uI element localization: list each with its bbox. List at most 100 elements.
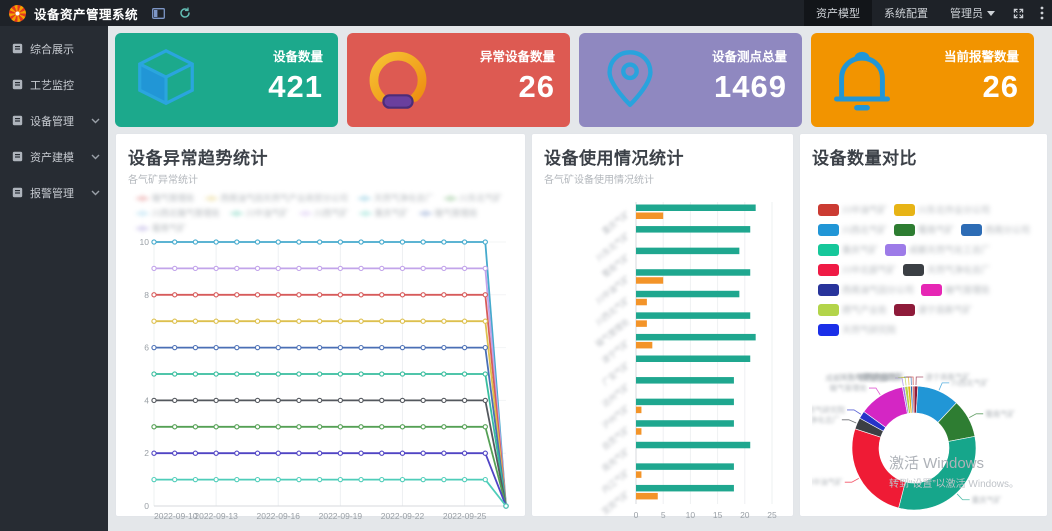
legend-item[interactable]: 输气管理局 (419, 207, 478, 219)
document-icon (12, 151, 23, 162)
bar-primary (636, 356, 750, 363)
fullscreen-icon[interactable] (1005, 8, 1032, 19)
svg-text:5: 5 (661, 510, 666, 520)
legend-item[interactable]: 天然气研究院 (818, 323, 896, 336)
cube-icon (131, 45, 201, 115)
legend-swatch (894, 204, 915, 216)
legend-item[interactable]: 天然气净化总厂 (903, 263, 990, 276)
panel-abnormal-trend: 设备异常趋势统计 各气矿异常统计 输气管理处西南油气田天然气产业商贸分公司天然气… (115, 133, 526, 517)
kpi-card-measure-points: 设备测点总量 1469 (579, 33, 802, 127)
legend-swatch (894, 304, 915, 316)
svg-text:天然气净化总厂: 天然气净化总厂 (812, 414, 840, 424)
legend-marker (205, 196, 218, 201)
legend-marker (359, 211, 372, 216)
legend-item[interactable]: 重庆气矿 (818, 243, 878, 256)
bar-secondary (636, 407, 641, 414)
nav-system-config[interactable]: 系统配置 (872, 0, 940, 26)
svg-text:15: 15 (713, 510, 723, 520)
svg-text:2022-09-19: 2022-09-19 (319, 511, 363, 521)
header-nav: 资产模型 系统配置 (804, 0, 940, 26)
legend-item[interactable]: 重庆气矿 (359, 207, 409, 219)
refresh-icon[interactable] (179, 7, 191, 19)
legend-swatch (818, 244, 839, 256)
legend-item[interactable]: 输气管理处 (921, 283, 990, 296)
chevron-down-icon (91, 190, 100, 196)
user-menu[interactable]: 管理员 (940, 5, 1005, 21)
legend-marker (444, 196, 457, 201)
legend-item[interactable]: 川中北部气矿 (818, 263, 896, 276)
map-pin-icon (595, 45, 665, 115)
kpi-label: 设备测点总量 (712, 46, 787, 65)
svg-text:川中油气矿: 川中油气矿 (812, 477, 843, 487)
kpi-card-current-alarms: 当前报警数量 26 (811, 33, 1034, 127)
bar-primary (636, 399, 734, 406)
svg-text:2022-09-25: 2022-09-25 (443, 511, 487, 521)
kpi-value: 421 (268, 69, 323, 105)
bar-primary (636, 248, 739, 255)
legend-item[interactable]: 川西北输气管理处 (136, 207, 220, 219)
bar-secondary (636, 342, 652, 349)
legend-item[interactable]: 燃气产业处 (818, 303, 887, 316)
legend-item[interactable]: 输气管理处 (136, 192, 195, 204)
nav-asset-model[interactable]: 资产模型 (804, 0, 872, 26)
top-header: 设备资产管理系统 资产模型 系统配置 管理员 (0, 0, 1052, 26)
svg-text:川中北部气矿: 川中北部气矿 (859, 372, 904, 382)
svg-text:天然气研究院: 天然气研究院 (812, 404, 846, 414)
legend-item[interactable]: 蜀南气矿 (136, 222, 186, 234)
legend-swatch (818, 224, 839, 236)
legend-item[interactable]: 川东北气矿 (444, 192, 503, 204)
kpi-label: 异常设备数量 (480, 46, 555, 65)
svg-text:8: 8 (144, 290, 149, 300)
legend-item[interactable]: 川中油气矿 (818, 203, 887, 216)
svg-text:0: 0 (144, 501, 149, 511)
legend-item[interactable]: 川中油气矿 (230, 207, 289, 219)
legend-item[interactable]: 成都天然气化工总厂 (885, 243, 990, 256)
legend-item[interactable]: 川西气矿 (299, 207, 349, 219)
legend-marker (230, 211, 243, 216)
more-options-icon[interactable] (1032, 6, 1052, 20)
bar-secondary (636, 471, 641, 478)
legend-marker (136, 211, 149, 216)
kpi-card-device-count: 设备数量 421 (115, 33, 338, 127)
kpi-card-abnormal-devices: 异常设备数量 26 (347, 33, 570, 127)
main-content: 设备数量 421 异常设备数量 26 设备测 (108, 26, 1052, 531)
sidebar-item-overview[interactable]: 综合展示 (0, 35, 108, 62)
legend-swatch (818, 264, 839, 276)
collapse-sidebar-icon[interactable] (152, 8, 165, 19)
bar-secondary (636, 213, 663, 220)
sidebar-item-process-monitor[interactable]: 工艺监控 (0, 71, 108, 98)
svg-text:2022-09-10: 2022-09-10 (154, 511, 198, 521)
sidebar-item-asset-modeling[interactable]: 资产建模 (0, 143, 108, 170)
document-icon (12, 79, 23, 90)
gauge-icon (363, 45, 433, 115)
user-name: 管理员 (950, 5, 983, 21)
legend-item[interactable]: 川东北作业分公司 (894, 203, 990, 216)
line-chart: 02468102022-09-102022-09-132022-09-16202… (128, 234, 516, 531)
legend-item[interactable]: 川西北气矿 (818, 223, 887, 236)
charts-row: 设备异常趋势统计 各气矿异常统计 输气管理处西南油气田天然气产业商贸分公司天然气… (115, 133, 1047, 517)
legend-swatch (885, 244, 906, 256)
legend-item[interactable]: 西南分公司 (961, 223, 1030, 236)
sidebar-item-alarm-mgmt[interactable]: 报警管理 (0, 179, 108, 206)
legend-item[interactable]: 天然气净化总厂 (358, 192, 434, 204)
sidebar-item-device-mgmt[interactable]: 设备管理 (0, 107, 108, 134)
document-icon (12, 187, 23, 198)
legend-item[interactable]: 蜀南气矿 (894, 223, 954, 236)
legend-item[interactable]: 西南油气田分公司 (818, 283, 914, 296)
kpi-label: 设备数量 (273, 46, 323, 65)
bar-primary (636, 269, 750, 276)
panel-title: 设备使用情况统计 (544, 144, 783, 169)
svg-text:输气管理处: 输气管理处 (829, 383, 867, 393)
bar-primary (636, 463, 734, 470)
svg-text:10: 10 (140, 237, 150, 247)
legend-item[interactable]: 西南油气田天然气产业商贸分公司 (205, 192, 349, 204)
panel-usage-stats: 设备使用情况统计 各气矿设备使用情况统计 0510152025重庆气矿川东北气矿… (531, 133, 794, 517)
svg-text:2: 2 (144, 448, 149, 458)
svg-text:2022-09-22: 2022-09-22 (381, 511, 425, 521)
legend-item[interactable]: 遂宁高新气矿 (894, 303, 972, 316)
legend-swatch (894, 224, 915, 236)
svg-text:2022-09-13: 2022-09-13 (194, 511, 238, 521)
bar-secondary (636, 299, 647, 306)
panel-title: 设备数量对比 (812, 144, 1037, 169)
legend-swatch (818, 204, 839, 216)
